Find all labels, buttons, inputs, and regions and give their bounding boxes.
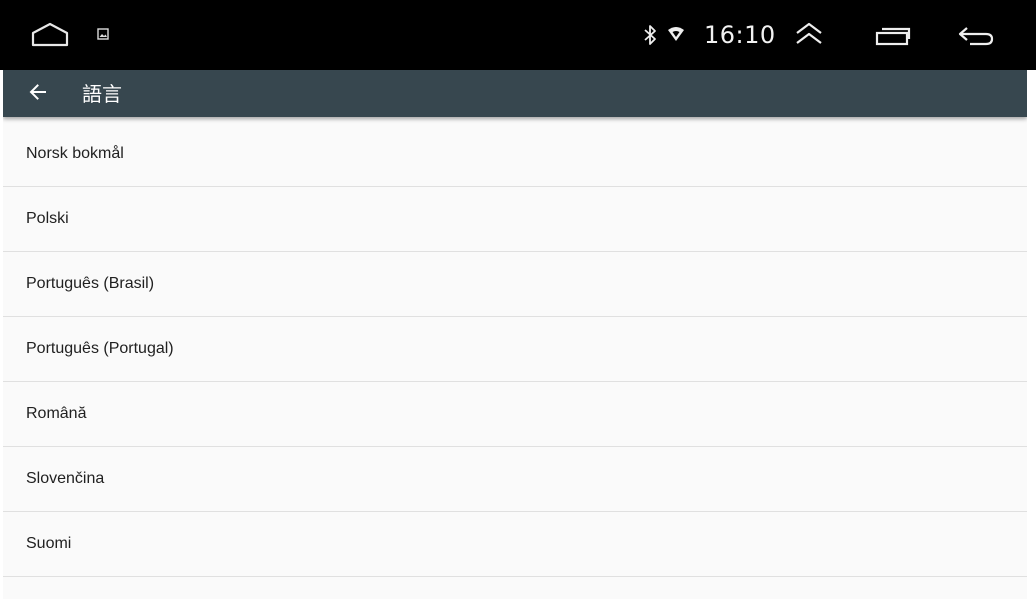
language-item-portugues-brasil[interactable]: Português (Brasil) — [3, 252, 1027, 317]
settings-screen: 語言 Norsk bokmål Polski Português (Brasil… — [3, 70, 1027, 599]
expand-up-icon[interactable] — [792, 20, 826, 48]
home-icon[interactable] — [28, 20, 72, 50]
arrow-left-icon — [28, 82, 48, 107]
language-item-norsk-bokmal[interactable]: Norsk bokmål — [3, 122, 1027, 187]
back-icon[interactable] — [955, 22, 997, 50]
bluetooth-icon — [640, 22, 660, 48]
right-edge — [1027, 70, 1036, 599]
status-clock: 16:10 — [704, 21, 776, 49]
language-label: Polski — [26, 210, 69, 227]
language-item-suomi[interactable]: Suomi — [3, 512, 1027, 577]
page-title: 語言 — [82, 82, 122, 106]
language-label: Português (Brasil) — [26, 275, 155, 292]
language-item-portugues-portugal[interactable]: Português (Portugal) — [3, 317, 1027, 382]
language-list: Norsk bokmål Polski Português (Brasil) P… — [3, 122, 1027, 577]
language-label: Norsk bokmål — [26, 145, 124, 162]
back-button[interactable] — [23, 79, 53, 109]
language-label: Português (Portugal) — [26, 340, 174, 357]
language-label: Suomi — [26, 535, 72, 552]
language-item-romana[interactable]: Română — [3, 382, 1027, 447]
language-label: Română — [26, 405, 87, 422]
wifi-icon — [666, 25, 686, 43]
toolbar: 語言 — [3, 70, 1027, 117]
image-notification-icon — [96, 27, 110, 41]
language-label: Slovenčina — [26, 470, 105, 487]
status-bar: 16:10 — [0, 0, 1036, 70]
recent-apps-icon[interactable] — [872, 24, 914, 48]
language-item-slovencina[interactable]: Slovenčina — [3, 447, 1027, 512]
language-item-polski[interactable]: Polski — [3, 187, 1027, 252]
